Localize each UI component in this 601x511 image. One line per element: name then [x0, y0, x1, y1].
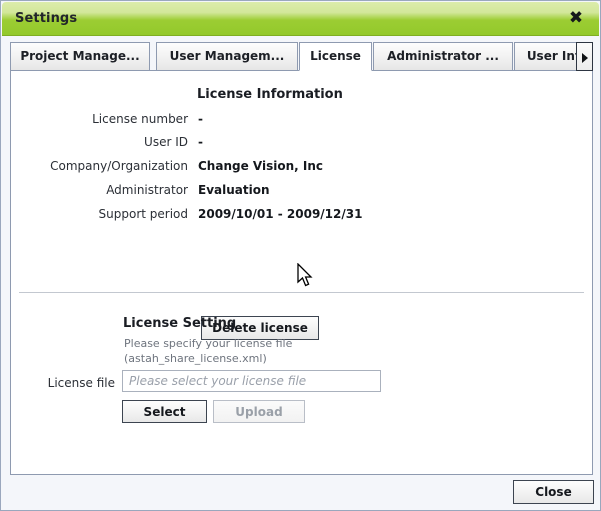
tab-label: User Inf — [526, 49, 581, 63]
license-file-label: License file — [47, 376, 115, 390]
info-value: Evaluation — [198, 183, 270, 197]
select-file-button[interactable]: Select — [122, 400, 207, 423]
title-bar: Settings ✖ — [2, 2, 599, 36]
window-title: Settings — [15, 11, 78, 26]
info-row-support-period: Support period 2009/10/01 - 2009/12/31 — [11, 207, 571, 229]
info-row-license-number: License number - — [11, 112, 571, 134]
info-value: 2009/10/01 - 2009/12/31 — [198, 207, 363, 221]
info-row-administrator: Administrator Evaluation — [11, 183, 571, 205]
close-button[interactable]: Close — [513, 480, 594, 504]
info-label: Administrator — [106, 183, 188, 197]
license-setting-heading: License Setting — [123, 316, 237, 331]
info-value: Change Vision, Inc — [198, 159, 323, 173]
info-row-user-id: User ID - — [11, 135, 571, 157]
upload-file-button: Upload — [213, 400, 305, 423]
license-file-input[interactable] — [122, 370, 381, 392]
tab-scroll-right-button[interactable] — [576, 42, 593, 71]
tab-label: Administrator ... — [387, 49, 499, 63]
info-label: User ID — [144, 135, 188, 149]
info-row-company-organization: Company/Organization Change Vision, Inc — [11, 159, 571, 181]
info-value: - — [198, 112, 203, 126]
tab-project-management[interactable]: Project Manage... — [10, 42, 150, 71]
license-information-heading: License Information — [197, 87, 343, 102]
tab-label: Project Manage... — [20, 49, 140, 63]
tab-administrator[interactable]: Administrator ... — [373, 42, 513, 71]
section-divider — [19, 292, 584, 293]
info-label: Support period — [98, 207, 188, 221]
tab-label: License — [310, 49, 361, 63]
tab-label: User Managem... — [169, 49, 285, 63]
close-icon[interactable]: ✖ — [566, 8, 586, 28]
tab-bar: Project Manage... User Managem... Licens… — [10, 42, 593, 71]
info-value: - — [198, 135, 203, 149]
info-label: Company/Organization — [50, 159, 188, 173]
license-setting-help-line-2: (astah_share_license.xml) — [124, 352, 267, 365]
tab-content-panel: License Information License number - Use… — [10, 70, 593, 475]
license-information-section: License Information License number - Use… — [11, 71, 592, 292]
info-label: License number — [92, 112, 188, 126]
chevron-right-icon — [582, 53, 588, 63]
license-setting-help-line-1: Please specify your license file — [124, 337, 293, 350]
tab-license[interactable]: License — [299, 42, 372, 71]
tab-user-management[interactable]: User Managem... — [156, 42, 298, 71]
dialog-footer: Close — [2, 475, 599, 510]
settings-dialog: Settings ✖ Project Manage... User Manage… — [0, 0, 601, 511]
